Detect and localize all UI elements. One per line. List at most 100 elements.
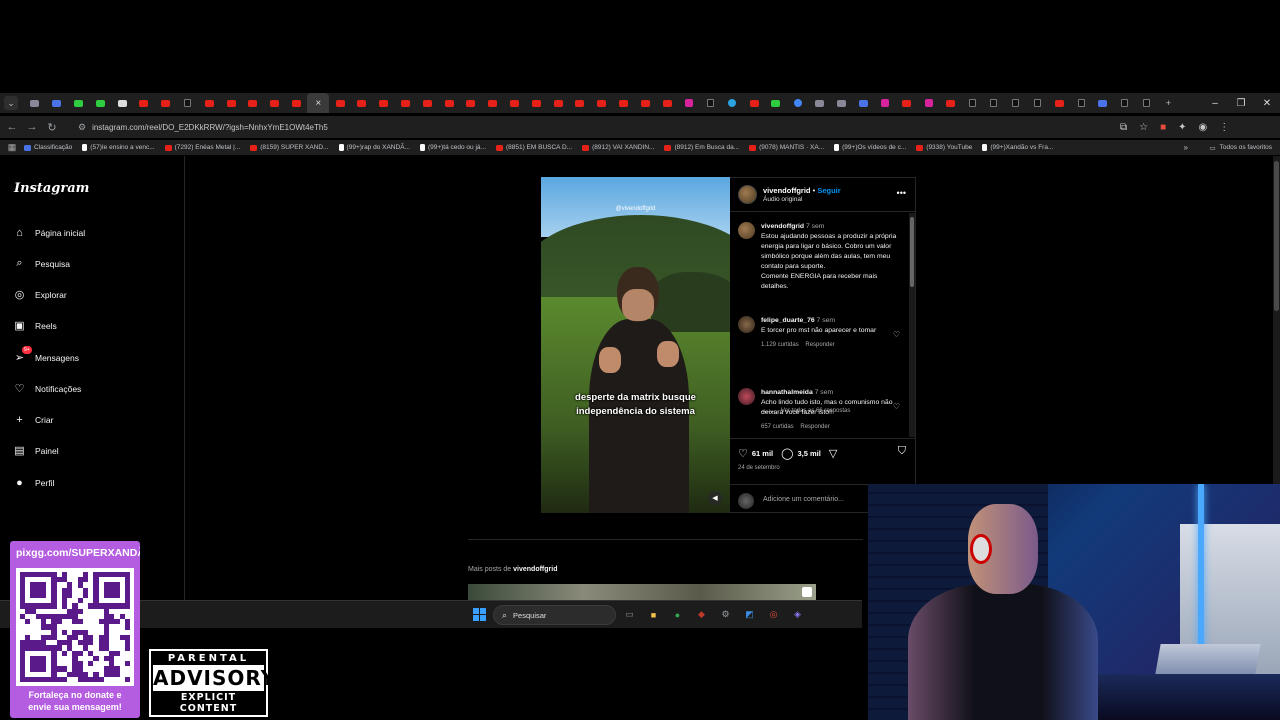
browser-tab[interactable] [939,93,961,113]
bookmark-item[interactable]: (8851) EM BUSCA D... [495,144,572,151]
browser-tab[interactable] [1005,93,1027,113]
mute-icon[interactable]: ◀ [708,491,722,505]
sidebar-item-home[interactable]: ⌂ Página inicial [13,226,85,239]
browser-tab[interactable] [809,93,831,113]
all-bookmarks-button[interactable]: ▭ Todos os favoritos [1209,140,1272,155]
bookmark-item[interactable]: (99+)tá cedo ou já... [419,144,486,151]
browser-tab[interactable] [1114,93,1136,113]
browser-tab[interactable] [133,93,155,113]
bookmark-item[interactable]: (8159) SUPER XAND... [250,144,329,151]
task-view-icon[interactable]: ▭ [622,607,637,622]
app-purple-icon[interactable]: ◈ [790,607,805,622]
browser-tab[interactable] [46,93,68,113]
browser-tab[interactable] [569,93,591,113]
comment-input[interactable]: Adicione um comentário... [763,496,844,503]
bookmark-item[interactable]: (99+)Xandão vs Fra... [982,144,1053,151]
like-comment-icon[interactable]: ♡ [893,330,900,339]
browser-tab[interactable] [155,93,177,113]
comment-username[interactable]: vivendoffgrid [761,223,804,230]
browser-tab[interactable] [525,93,547,113]
extension-red-icon[interactable]: ■ [1160,122,1166,133]
sidebar-item-messages[interactable]: ➢ 9+ Mensagens [13,346,79,364]
file-explorer-icon[interactable]: ■ [646,607,661,622]
browser-tab[interactable] [613,93,635,113]
more-posts-user-link[interactable]: vivendoffgrid [513,566,557,573]
browser-tab[interactable] [482,93,504,113]
back-icon[interactable]: ← [2,121,22,133]
active-browser-tab[interactable]: × [307,93,330,113]
avatar[interactable] [738,388,755,405]
audio-link[interactable]: Áudio original [763,196,802,203]
browser-tab[interactable] [743,93,765,113]
minimize-button[interactable]: – [1202,98,1228,109]
bookmark-item[interactable]: (7292) Enéas Metal |... [164,144,240,151]
browser-tab[interactable] [722,93,744,113]
app-red-icon[interactable]: ◎ [766,607,781,622]
site-info-icon[interactable]: ⚙ [78,122,86,133]
bookmark-item[interactable]: (57)Ie ensino a venc... [82,144,155,151]
settings-icon[interactable]: ⚙ [718,607,733,622]
like-icon[interactable]: ♡ [738,447,748,460]
avatar[interactable] [738,316,755,333]
sidebar-item-explore[interactable]: ◎ Explorar [13,288,67,301]
url-bar[interactable]: ⚙ instagram.com/reel/DO_E2DKkRRW/?igsh=N… [72,118,1112,136]
bookmark-item[interactable]: Classificação [24,144,72,151]
sidebar-item-profile[interactable]: ● Perfil [13,476,54,489]
apps-grid-icon[interactable]: ▦ [0,142,24,153]
comment-icon[interactable]: ◯ [781,447,793,460]
comment-likes[interactable]: 657 curtidas [761,424,794,430]
browser-tab[interactable] [68,93,90,113]
steam-icon[interactable]: ◆ [694,607,709,622]
browser-tab[interactable] [874,93,896,113]
browser-tab[interactable] [1136,93,1158,113]
avatar[interactable] [738,222,755,239]
browser-tab[interactable] [89,93,111,113]
author-username[interactable]: vivendoffgrid [763,186,811,195]
browser-tab[interactable] [1048,93,1070,113]
more-posts-thumbnails[interactable] [468,584,816,600]
bookmark-item[interactable]: (99+)Os vídeos de c... [834,144,906,151]
sidebar-item-reels[interactable]: ▣ Reels [13,319,56,332]
browser-tab[interactable] [286,93,308,113]
menu-icon[interactable]: ⋮ [1219,122,1229,133]
instagram-logo[interactable]: Instagram [14,181,89,196]
likes-count[interactable]: 61 mil [752,449,773,458]
reply-button[interactable]: Responder [805,342,834,348]
close-tab-icon[interactable]: × [315,98,321,109]
browser-tab[interactable] [395,93,417,113]
share-icon[interactable]: ▽ [829,447,837,460]
browser-tab[interactable] [591,93,613,113]
bookmark-item[interactable]: (8912) Em Busca da... [664,144,739,151]
browser-tab[interactable] [787,93,809,113]
comment-likes[interactable]: 1.129 curtidas [761,342,799,348]
follow-button[interactable]: Seguir [817,186,840,195]
browser-tab[interactable] [896,93,918,113]
profile-avatar-icon[interactable]: ◉ [1199,122,1208,133]
more-options-icon[interactable]: ••• [897,188,906,198]
bookmark-item[interactable]: (9338) YouTube [916,144,972,151]
close-window-button[interactable]: ✕ [1254,98,1280,109]
browser-tab[interactable] [830,93,852,113]
reel-video[interactable]: @vivendoffgrid desperte da matrix busque… [541,177,730,513]
browser-tab[interactable] [1027,93,1049,113]
taskbar-search[interactable]: ⌕ Pesquisar [493,605,616,625]
browser-tab[interactable] [220,93,242,113]
browser-tab[interactable] [765,93,787,113]
browser-tab[interactable] [634,93,656,113]
browser-tab[interactable] [700,93,722,113]
browser-tab[interactable] [504,93,526,113]
maximize-button[interactable]: ❐ [1228,98,1254,109]
browser-tab[interactable] [177,93,199,113]
windows-start-icon[interactable] [473,608,486,621]
forward-icon[interactable]: → [22,121,42,133]
new-tab-button[interactable]: + [1161,96,1175,110]
extensions-icon[interactable]: ✦ [1178,122,1186,133]
save-icon[interactable]: ⛉ [898,445,906,458]
browser-tab[interactable] [547,93,569,113]
sidebar-item-search[interactable]: ⌕ Pesquisa [13,257,70,270]
bookmark-item[interactable]: (99+)rap do XANDÃ... [338,144,410,151]
browser-tab[interactable] [373,93,395,113]
bookmark-item[interactable]: (8912) VAI XANDIN... [582,144,654,151]
sidebar-item-notifications[interactable]: ♡ Notificações [13,382,82,395]
comment-username[interactable]: felipe_duarte_76 [761,317,815,324]
